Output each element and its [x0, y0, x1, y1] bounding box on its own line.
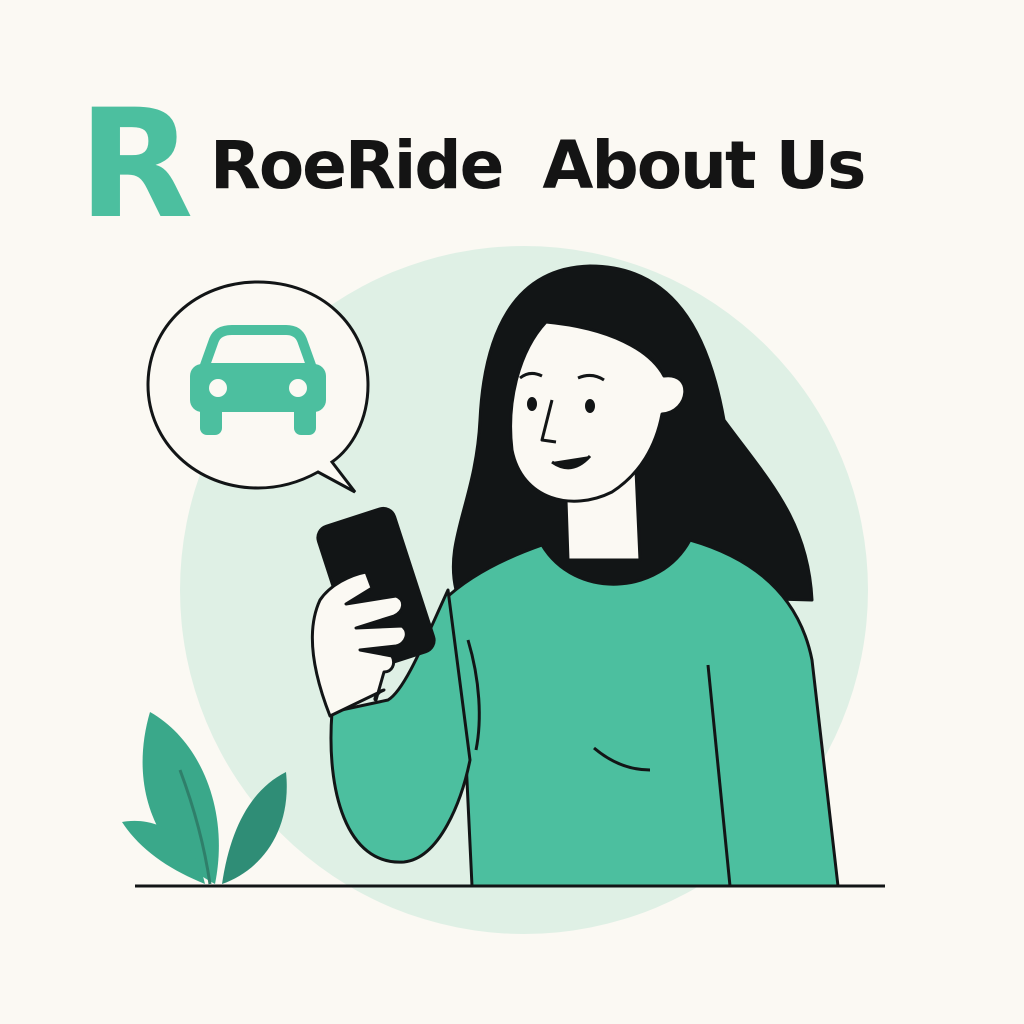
- sweater: [442, 538, 840, 888]
- roeride-logo: R: [78, 78, 194, 252]
- speech-bubble: [146, 280, 370, 494]
- brand-name: RoeRide: [210, 126, 504, 204]
- page-title: About Us: [542, 126, 866, 204]
- header: R RoeRide About Us: [78, 78, 866, 252]
- about-us-page: R RoeRide About Us: [0, 0, 1024, 1024]
